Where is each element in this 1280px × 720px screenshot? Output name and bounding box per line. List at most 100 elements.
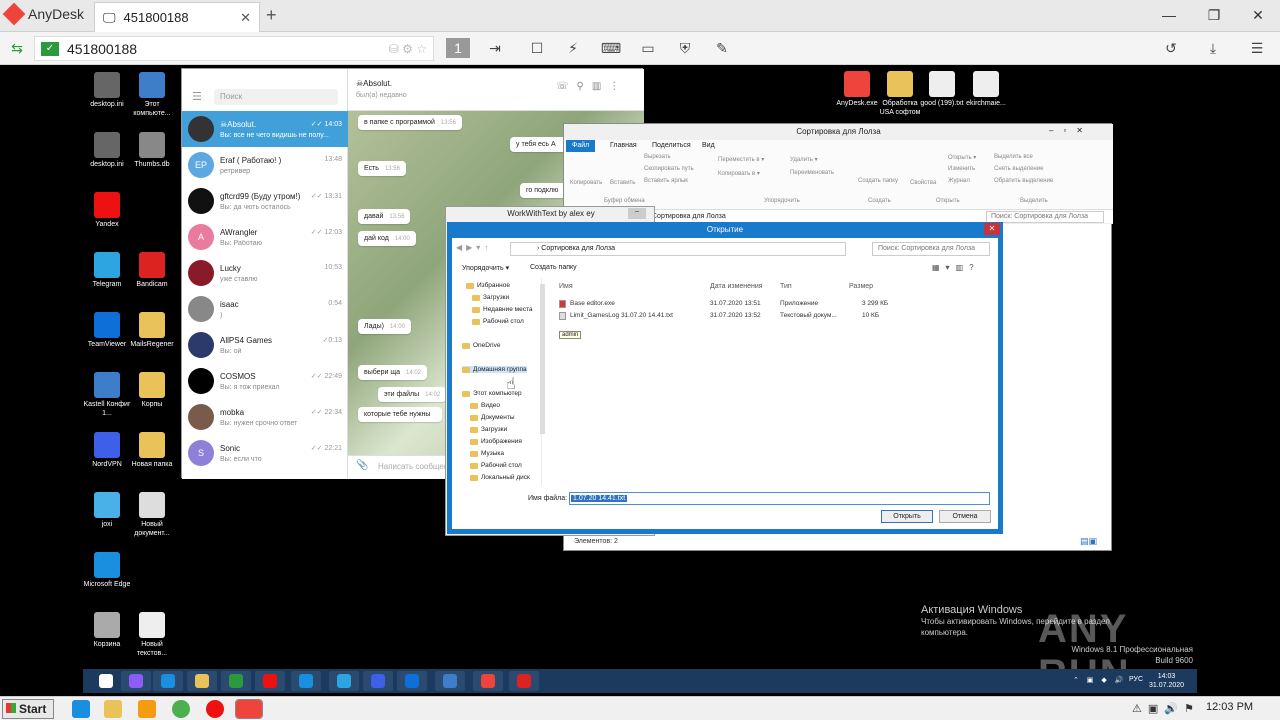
ribbon-tab[interactable]: Файл [566,140,596,152]
tree-node[interactable]: Локальный диск [470,474,530,481]
desktop-icon[interactable]: TeamViewer [83,312,131,349]
address-actions-icon[interactable]: ⛁ ⚙ ☆ [389,42,427,56]
explorer-icon[interactable] [104,700,122,718]
taskbar-app[interactable] [121,671,151,691]
wwt-minimize-icon[interactable]: – [628,208,646,219]
chat-list-item[interactable]: isaac 0:54) [182,291,348,327]
new-folder-button[interactable]: Создать папку [530,264,577,271]
file-size[interactable]: 10 КБ [862,312,879,319]
tree-node[interactable]: Недавние места [472,306,533,313]
desktop-icon[interactable]: desktop.ini [83,132,131,169]
chat-list-item[interactable]: mobka ✓✓ 22:34 Вы: нужен срочно ответ [182,399,348,435]
tree-node[interactable]: Домашняя группа [462,366,527,373]
desktop-icon[interactable]: Kastell Конфиг 1... [83,372,131,418]
menu-icon[interactable]: ☰ [1246,38,1268,58]
desktop-icon[interactable]: Новый документ... [128,492,176,538]
column-header[interactable]: Дата изменения [710,283,763,290]
desktop-icon[interactable]: Новый текстов... [128,612,176,658]
chat-list-item[interactable]: COSMOS ✓✓ 22:49 Вы: я тож приехал [182,363,348,399]
filename-input[interactable]: 1.07.20 14.41.txt [569,492,990,505]
address-bar[interactable]: ✓ 451800188 ⛁ ⚙ ☆ [34,36,434,61]
dialog-close-button[interactable]: ✕ [984,223,1000,235]
chat-list-item[interactable]: EP Eraf ( Работаю! ) 13:48 ретривер [182,147,348,183]
monitor-select-button[interactable]: 1 [446,38,470,58]
ribbon-tab[interactable]: Главная [604,140,643,152]
file-type[interactable]: Приложение [780,300,818,307]
ribbon-button[interactable]: Переместить в ▾ [718,156,764,163]
ribbon-button[interactable]: Скопировать путь [644,166,694,172]
minimize-button[interactable]: — [1149,4,1189,26]
tree-node[interactable]: Рабочий стол [470,462,522,469]
desktop-icon[interactable]: Корпы [128,372,176,409]
tray-icons-icon[interactable]: ⌃ ▣ ◆ 🔊 [1073,676,1126,684]
desktop-icon[interactable]: ekirchmaie... [962,71,1010,108]
desktop-icon[interactable]: MailsRegener [128,312,176,349]
desktop-icon[interactable]: Microsoft Edge [83,552,131,589]
ribbon-button[interactable]: Снять выделение [994,166,1043,172]
file-type[interactable]: Текстовый докум... [780,312,837,319]
desktop-icon[interactable]: Bandicam [128,252,176,289]
ribbon-button[interactable]: Удалить ▾ [790,156,818,163]
host-clock[interactable]: 12:03 PM [1206,701,1253,713]
tree-scrollbar[interactable] [540,284,545,434]
chat-list-item[interactable]: Lucky 10:53 уже ставлю [182,255,348,291]
taskbar-app[interactable] [221,671,251,691]
taskbar-app[interactable] [153,671,183,691]
chat-list-item[interactable]: gftcrd99 (Буду утром!) ✓✓ 13:31 Вы: да чют… [182,183,348,219]
permissions-icon[interactable]: ⛨ [674,38,696,58]
ribbon-tab[interactable]: Поделиться [646,140,697,152]
file-name[interactable]: Limit_GamesLog 31.07.20 14.41.txt [570,312,673,319]
ribbon-button[interactable]: Переименовать [790,170,834,176]
desktop-icon[interactable]: joxi [83,492,131,529]
switch-sides-icon[interactable]: ⇥ [484,38,506,58]
ribbon-button[interactable]: Создать папку [858,178,898,184]
whiteboard-icon[interactable]: ✎ [711,38,733,58]
ribbon-button[interactable]: Открыть ▾ [948,154,976,161]
ribbon-tab[interactable]: Вид [696,140,721,152]
ribbon-button[interactable]: Журнал [948,178,970,184]
chat-list-item[interactable]: S Sonic ✓✓ 22:21 Вы: если что [182,435,348,471]
dialog-address-bar[interactable]: › Сортировка для Лолза [510,242,846,256]
dialog-search-input[interactable]: Поиск: Сортировка для Лолза [872,242,990,256]
taskbar-app[interactable] [187,671,217,691]
taskbar-app[interactable] [435,671,465,691]
maximize-button[interactable]: ❐ [1194,4,1234,26]
ribbon-button[interactable]: Свойства [910,180,936,186]
open-button[interactable]: Открыть [881,510,933,523]
ie-icon[interactable] [72,700,90,718]
desktop-icon[interactable]: Telegram [83,252,131,289]
file-date[interactable]: 31.07.2020 13:52 [710,312,761,319]
desktop-icon[interactable]: Новая папка [128,432,176,469]
cancel-button[interactable]: Отмена [939,510,991,523]
ribbon-button[interactable]: Вставить [610,180,635,186]
tree-node[interactable]: Документы [470,414,515,421]
ribbon-button[interactable]: Вставить ярлык [644,178,688,184]
ribbon-button[interactable]: Копировать в ▾ [718,170,760,177]
view-toggle-icon[interactable]: ▤▣ [1080,536,1097,547]
file-date[interactable]: 31.07.2020 13:51 [710,300,761,307]
host-tray-icons-icon[interactable]: ⚠▣🔊⚑ [1132,702,1200,715]
attach-icon[interactable]: 📎 [356,460,368,471]
desktop-icon[interactable]: AnyDesk.exe [833,71,881,108]
taskbar-app[interactable] [509,671,539,691]
ribbon-button[interactable]: Обратить выделение [994,178,1053,184]
download-icon[interactable]: ⤓ [1202,38,1224,58]
desktop-icon[interactable]: NordVPN [83,432,131,469]
media-icon[interactable] [138,700,156,718]
column-header[interactable]: Имя [559,283,573,290]
anydesk-taskbar-icon[interactable] [235,699,263,719]
desktop-icon[interactable]: Yandex [83,192,131,229]
actions-icon[interactable]: ⚡ [562,38,584,58]
desktop-icon[interactable]: Thumbs.db [128,132,176,169]
close-tab-icon[interactable]: ✕ [240,10,251,26]
desktop-icon[interactable]: Обработка USA софтом [876,71,924,117]
chat-search-input[interactable]: Поиск [214,89,338,105]
tree-node[interactable]: Музыка [470,450,504,457]
file-size[interactable]: 3 299 КБ [862,300,888,307]
taskbar-app[interactable] [255,671,285,691]
chat-icon[interactable]: ☐ [526,38,548,58]
taskbar-app[interactable] [291,671,321,691]
desktop-icon[interactable]: Этот компьюте... [128,72,176,118]
chrome-icon[interactable] [172,700,190,718]
ribbon-button[interactable]: Копировать [570,180,602,186]
